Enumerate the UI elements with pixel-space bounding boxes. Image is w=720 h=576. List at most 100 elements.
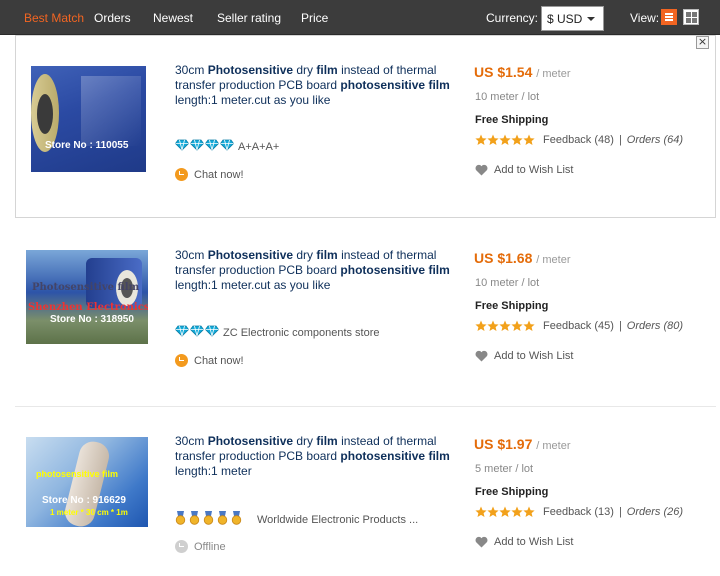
chat-label: Offline (194, 540, 226, 553)
medal-icon (217, 511, 228, 525)
sort-orders[interactable]: Orders (94, 11, 131, 25)
free-shipping: Free Shipping (475, 114, 549, 126)
diamond-icon (174, 325, 190, 337)
offline-icon (175, 540, 188, 553)
feedback-row: Feedback (45) | Orders (80) (475, 320, 683, 332)
sort-newest[interactable]: Newest (153, 11, 193, 25)
star-icon (511, 134, 523, 145)
price: US $1.68 / meter (474, 250, 571, 266)
diamond-icon (204, 139, 220, 151)
list-view-icon[interactable] (661, 9, 677, 25)
chevron-down-icon (587, 17, 595, 21)
currency-value: $ USD (547, 12, 583, 26)
orders-link[interactable]: Orders (26) (627, 506, 683, 518)
diamond-icon (174, 139, 190, 151)
title-keyword: Photosensitive (207, 434, 294, 448)
medal-icon (189, 511, 200, 525)
diamond-icon (219, 139, 235, 151)
sort-best-match[interactable]: Best Match (24, 11, 84, 25)
currency-select[interactable]: $ USD (541, 6, 604, 31)
orders-link[interactable]: Orders (80) (627, 320, 683, 332)
orders-link[interactable]: Orders (64) (627, 134, 683, 146)
add-to-wishlist-button[interactable]: Add to Wish List (475, 536, 573, 548)
star-icon (523, 506, 535, 517)
seller-rank: ZC Electronic components store (174, 325, 380, 340)
price: US $1.97 / meter (474, 436, 571, 452)
medal-icon (231, 511, 242, 525)
title-keyword: Photosensitive (207, 248, 294, 262)
wishlist-label: Add to Wish List (494, 536, 574, 548)
title-text: length:1 meter.cut as you like (175, 278, 331, 292)
feedback-link[interactable]: Feedback (13) (543, 506, 614, 518)
feedback-link[interactable]: Feedback (48) (543, 134, 614, 146)
star-icon (487, 134, 499, 145)
seller-rank: A+A+A+ (174, 139, 280, 154)
heart-icon (475, 164, 488, 176)
chat-icon (175, 168, 188, 181)
lot-size: 10 meter / lot (475, 91, 540, 103)
free-shipping: Free Shipping (475, 486, 549, 498)
feedback-row: Feedback (13) | Orders (26) (475, 506, 683, 518)
diamond-icon (189, 139, 205, 151)
sort-seller-rating[interactable]: Seller rating (217, 11, 281, 25)
grid-view-icon[interactable] (683, 9, 699, 25)
star-icon (487, 506, 499, 517)
product-image[interactable]: Store No : 110055 (31, 66, 146, 172)
divider (15, 406, 716, 407)
star-icon (487, 320, 499, 331)
title-text: dry (293, 248, 317, 262)
diamond-icon (204, 325, 220, 337)
lot-size: 5 meter / lot (475, 463, 534, 475)
store-number: Store No : 916629 (42, 495, 126, 506)
feedback-row: Feedback (48) | Orders (64) (475, 134, 683, 146)
price-value: US $1.68 (474, 250, 533, 266)
title-text: dry (293, 63, 317, 77)
seller-rank-text: A+A+A+ (238, 140, 280, 153)
medal-icon (175, 511, 245, 528)
star-icon (499, 320, 511, 331)
star-icon (475, 320, 487, 331)
heart-icon (475, 350, 488, 362)
separator: | (618, 506, 622, 518)
chat-icon (175, 354, 188, 367)
title-keyword: film (316, 434, 338, 448)
seller-store-name[interactable]: ZC Electronic components store (223, 327, 380, 339)
currency-label: Currency: (486, 11, 539, 25)
sort-price[interactable]: Price (301, 11, 328, 25)
image-overlay-text: photosensitive film (36, 469, 119, 479)
add-to-wishlist-button[interactable]: Add to Wish List (475, 164, 573, 176)
star-icon (499, 134, 511, 145)
lot-size: 10 meter / lot (475, 277, 540, 289)
add-to-wishlist-button[interactable]: Add to Wish List (475, 350, 573, 362)
star-icon (523, 134, 535, 145)
seller-store-name[interactable]: Worldwide Electronic Products ... (257, 514, 418, 526)
star-icon (511, 320, 523, 331)
product-image[interactable]: Photosensitive film Shenzhen Electronics… (26, 250, 148, 344)
sort-toolbar: Best Match Orders Newest Seller rating P… (0, 0, 720, 35)
chat-label: Chat now! (194, 168, 244, 181)
price: US $1.54 / meter (474, 64, 571, 80)
title-keyword: Photosensitive (207, 63, 294, 77)
star-icon (499, 506, 511, 517)
image-overlay-text: Shenzhen Electronics (28, 302, 148, 313)
diamond-icon (174, 325, 220, 340)
product-title[interactable]: 30cm Photosensitive dry film instead of … (175, 63, 465, 108)
price-value: US $1.54 (474, 64, 533, 80)
chat-now-button[interactable]: Chat now! (175, 168, 244, 181)
title-keyword: film (428, 78, 450, 92)
star-rating-icon (475, 320, 535, 332)
diamond-icon (174, 139, 235, 154)
medal-icon (203, 511, 214, 525)
title-text: length:1 meter (175, 464, 252, 478)
chat-now-button[interactable]: Chat now! (175, 354, 244, 367)
product-title[interactable]: 30cm Photosensitive dry film instead of … (175, 434, 465, 479)
product-title[interactable]: 30cm Photosensitive dry film instead of … (175, 248, 465, 293)
title-text: 30cm (175, 63, 208, 77)
separator: | (618, 320, 622, 332)
image-overlay-text: 1 meter * 30 cm * 1m (50, 508, 128, 517)
wishlist-label: Add to Wish List (494, 164, 574, 176)
close-icon[interactable]: × (696, 36, 709, 49)
feedback-link[interactable]: Feedback (45) (543, 320, 614, 332)
star-rating-icon (475, 134, 535, 146)
product-image[interactable]: photosensitive film Store No : 916629 1 … (26, 437, 148, 527)
